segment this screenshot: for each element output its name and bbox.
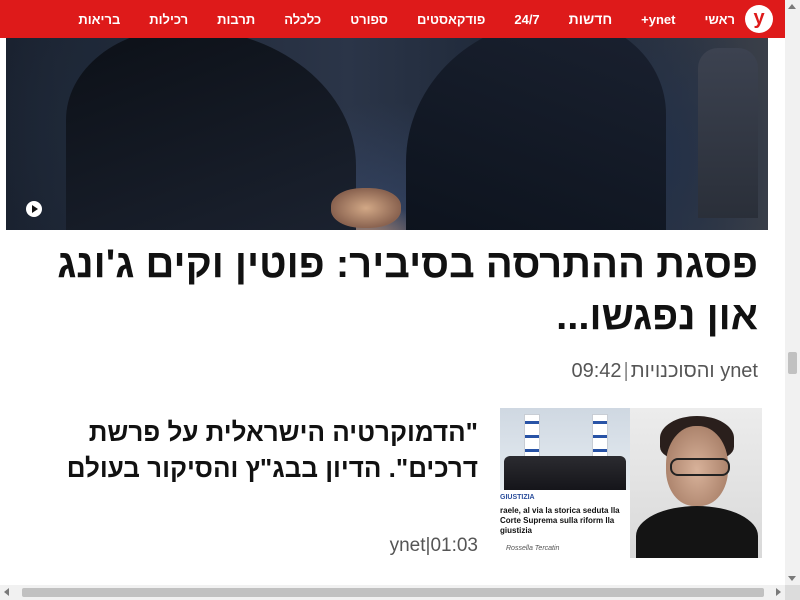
top-navigation: y ראשי ynet+ חדשות 24/7 פודקאסטים ספורט …	[0, 0, 785, 38]
main-story-video[interactable]	[6, 38, 768, 230]
hero-figure-right	[406, 38, 666, 230]
nav-item-home[interactable]: ראשי	[705, 12, 736, 27]
main-story-headline[interactable]: פסגת ההתרסה בסיביר: פוטין וקים ג'ונג און…	[18, 238, 758, 342]
flag-icon	[592, 414, 608, 460]
scroll-up-icon[interactable]	[788, 4, 796, 9]
horizontal-scroll-thumb[interactable]	[22, 588, 764, 597]
thumbnail-screenshot: GIUSTIZIA raele, al via la storica sedut…	[500, 408, 630, 558]
nav-item-ynet-plus[interactable]: ynet+	[641, 12, 675, 27]
courtroom-image	[500, 408, 630, 490]
flag-icon	[524, 414, 540, 460]
main-story-time: 09:42	[571, 360, 622, 382]
second-story-title[interactable]: "הדמוקרטיה הישראלית על פרשת דרכים". הדיו…	[8, 414, 478, 486]
thumbnail-caption: raele, al via la storica seduta lla Cort…	[500, 506, 620, 535]
second-story-thumbnail[interactable]: GIUSTIZIA raele, al via la storica sedut…	[500, 408, 762, 558]
second-story-byline: ynet|01:03	[390, 535, 478, 557]
nav-item-economy[interactable]: כלכלה	[284, 12, 321, 27]
portrait-image	[630, 408, 762, 558]
second-story-source: ynet	[389, 535, 426, 556]
nav-menu: ראשי ynet+ חדשות 24/7 פודקאסטים ספורט כל…	[49, 0, 735, 38]
hero-figure-left	[66, 38, 356, 230]
thumbnail-tag: GIUSTIZIA	[500, 494, 535, 501]
nav-item-podcasts[interactable]: פודקאסטים	[417, 12, 485, 27]
glasses-icon	[670, 458, 730, 476]
thumbnail-author: Rossella Tercatin	[506, 545, 560, 552]
handshake-image	[331, 188, 401, 228]
vertical-scrollbar[interactable]	[785, 0, 800, 585]
scrollbar-corner	[785, 585, 800, 600]
nav-item-gossip[interactable]: רכילות	[149, 12, 188, 27]
hero-background-person	[698, 48, 758, 218]
portrait-body	[636, 506, 758, 558]
ynet-logo-icon[interactable]: y	[745, 5, 773, 33]
scroll-right-icon[interactable]	[776, 588, 781, 596]
scroll-left-icon[interactable]	[4, 588, 9, 596]
vertical-scroll-thumb[interactable]	[788, 352, 797, 374]
scroll-down-icon[interactable]	[788, 576, 796, 581]
nav-item-24-7[interactable]: 24/7	[514, 12, 539, 27]
nav-item-news[interactable]: חדשות	[569, 11, 613, 27]
main-story-source: ynet והסוכנויות	[630, 360, 758, 382]
second-story-time: 01:03	[430, 535, 478, 556]
nav-item-sport[interactable]: ספורט	[350, 12, 388, 27]
nav-item-culture[interactable]: תרבות	[217, 12, 255, 27]
judges-bench	[504, 456, 626, 490]
main-story-byline: ynet והסוכנויות|09:42	[571, 360, 758, 383]
byline-separator: |	[623, 360, 629, 382]
horizontal-scrollbar[interactable]	[0, 585, 785, 600]
nav-item-health[interactable]: בריאות	[78, 12, 120, 27]
play-icon[interactable]	[26, 201, 42, 217]
